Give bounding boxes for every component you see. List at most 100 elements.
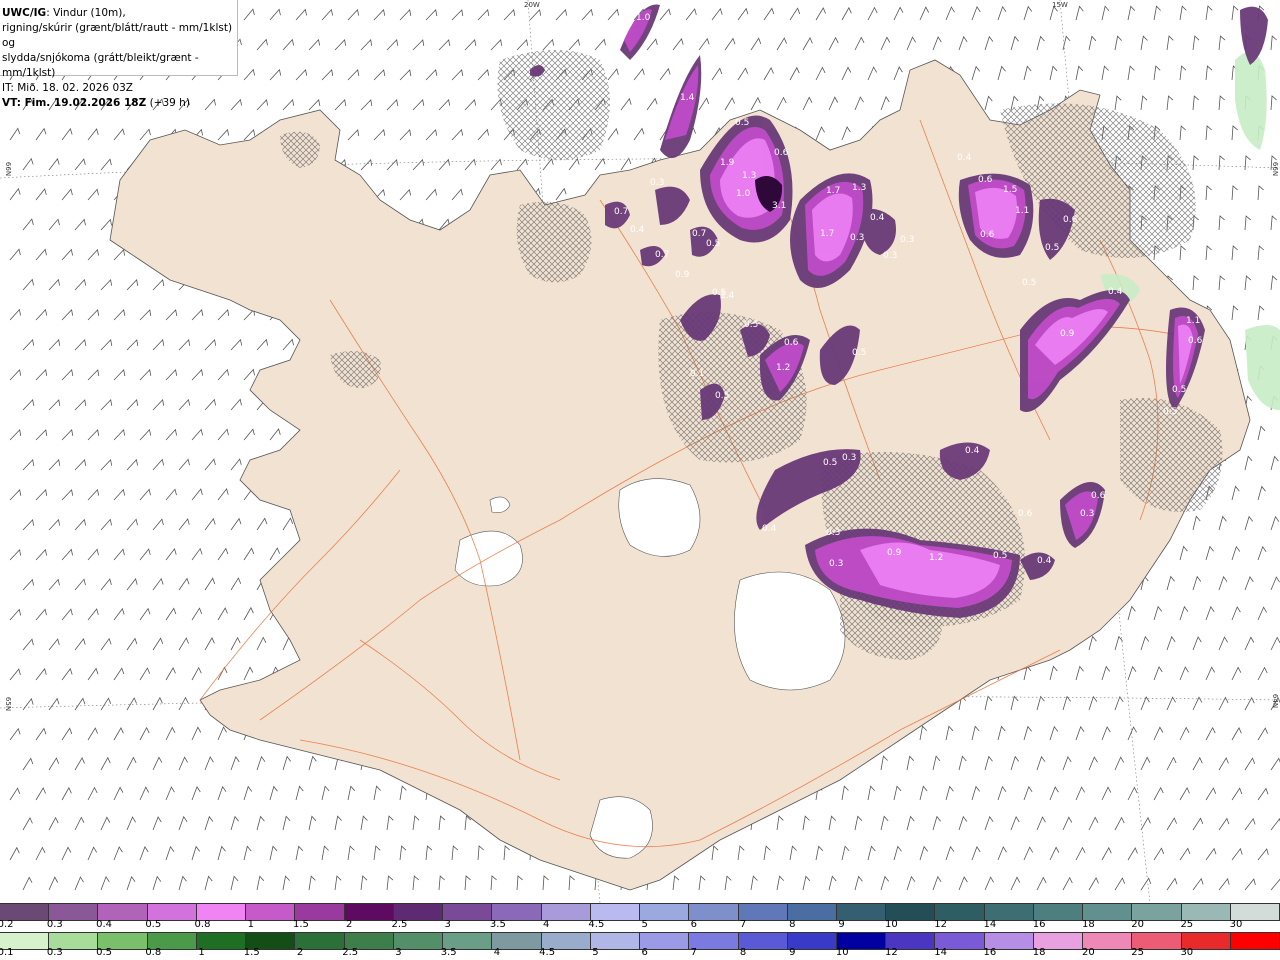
snow_scale-swatch xyxy=(147,904,197,920)
precip-value: 0.3 xyxy=(850,233,864,243)
precip-value: 1.0 xyxy=(736,189,751,199)
precip-value: 0.6 xyxy=(978,175,993,185)
rain_scale-label: 25 xyxy=(1131,947,1144,958)
snow_scale-swatch xyxy=(49,904,99,920)
snow_scale-label: 9 xyxy=(838,919,845,930)
axis-label-65n-left: 65N xyxy=(4,696,13,712)
snow_scale-swatch xyxy=(196,904,247,920)
snow_scale-label: 0.5 xyxy=(145,919,162,930)
precip-value: 0.5 xyxy=(677,43,691,53)
snow_scale-swatch xyxy=(98,904,148,920)
snow_scale-label: 12 xyxy=(934,919,948,930)
rain_scale-label: 2 xyxy=(296,947,304,958)
precip-value: 0.7 xyxy=(692,229,706,239)
precip-value: 0.4 xyxy=(957,153,972,163)
snow_scale-label: 0.4 xyxy=(96,919,112,930)
rain_scale-label: 4 xyxy=(493,947,501,958)
precip-value: 0.6 xyxy=(980,230,995,240)
precip-value: 0.5 xyxy=(993,551,1007,561)
snow_scale-swatch xyxy=(984,904,1034,920)
snow_scale-label: 6 xyxy=(690,919,698,930)
precip-value: 0.6 xyxy=(1018,509,1033,519)
precip-value: 1.0 xyxy=(636,13,651,23)
forecast-hour: (+39 h) xyxy=(146,97,190,109)
snow_scale-swatch xyxy=(246,904,296,920)
rain_scale-label: 2.5 xyxy=(342,947,359,958)
valid-time: VT: Fim. 19.02.2026 18Z xyxy=(2,97,147,109)
precip-value: 0.5 xyxy=(1045,243,1059,253)
snow_scale-label: 5 xyxy=(641,919,648,930)
rain_scale-label: 1.5 xyxy=(243,947,260,958)
rain_scale-label: 14 xyxy=(934,947,948,958)
precip-value: 0.3 xyxy=(678,6,692,16)
precip-value: 0.3 xyxy=(650,178,664,188)
header-line1: : Vindur (10m), xyxy=(46,7,126,19)
precip-value: 0.4 xyxy=(965,446,980,456)
rain_scale-label: 10 xyxy=(835,947,849,958)
snow_scale-swatch xyxy=(886,904,936,920)
precip-value: 0.4 xyxy=(1037,556,1052,566)
snow_scale-swatch xyxy=(1083,904,1133,920)
snow_scale-label: 3.5 xyxy=(489,919,506,930)
snow_scale-swatch xyxy=(836,904,887,920)
snow_scale-label: 16 xyxy=(1032,919,1046,930)
precip-value: 0.4 xyxy=(630,225,645,235)
snow_scale-swatch xyxy=(640,904,690,920)
rain_scale-label: 18 xyxy=(1032,947,1046,958)
snow_scale-swatch xyxy=(492,904,542,920)
precip-value: 0.3 xyxy=(1080,509,1094,519)
precip-value: 1.2 xyxy=(776,363,790,373)
precip-value: 0.9 xyxy=(887,548,902,558)
precip-value: 0.3 xyxy=(900,235,914,245)
rain_scale-label: 3 xyxy=(395,947,402,958)
precip-value: 0.7 xyxy=(655,250,669,260)
rain-scale-labels: 0.1 0.3 0.5 0.8 1 1.5 2 2.5 3 3.5 4 4.5 5 6 7 8 9 10 12 14 1… xyxy=(0,947,1280,960)
snow-scale-labels: 0.2 0.3 0.4 0.5 0.8 1 1.5 2 2.5 3 3.5 4 4.5 5 6 7 8 9 10 12… xyxy=(0,919,1280,932)
precip-value: 0.3 xyxy=(826,528,840,538)
rain_scale-label: 8 xyxy=(739,947,747,958)
precip-value: 0.6 xyxy=(1063,215,1078,225)
precip-value: 0.4 xyxy=(1108,287,1123,297)
snow_scale-swatch xyxy=(541,904,591,920)
precip-value: 1.4 xyxy=(680,93,695,103)
precip-value: 0.5 xyxy=(735,118,749,128)
precip-value: 1.5 xyxy=(1003,185,1017,195)
snow_scale-swatch xyxy=(344,904,394,920)
snow_scale-label: 0.8 xyxy=(194,919,211,930)
rain_scale-label: 7 xyxy=(690,947,698,958)
snow_scale-swatch xyxy=(935,904,985,920)
axis-label-64n-right: 64N xyxy=(1271,693,1280,709)
rain_scale-label: 0.5 xyxy=(96,947,112,958)
precip-value: 0.4 xyxy=(870,213,885,223)
snow_scale-label: 10 xyxy=(885,919,898,930)
snow_scale-swatch xyxy=(1181,904,1231,920)
rain_scale-label: 1 xyxy=(198,947,205,958)
snow_scale-label: 0.3 xyxy=(46,919,63,930)
precip-value: 0.4 xyxy=(762,524,777,534)
precip-value: 0.5 xyxy=(715,391,729,401)
snow_scale-label: 4 xyxy=(542,919,550,930)
snow_scale-swatch xyxy=(393,904,444,920)
precip-value: 0.9 xyxy=(675,270,690,280)
snow_scale-label: 1.5 xyxy=(293,919,309,930)
precip-value: 3.1 xyxy=(772,201,786,211)
precip-value: 1.7 xyxy=(826,186,840,196)
snow_scale-swatch xyxy=(590,904,641,920)
snow_scale-swatch xyxy=(0,904,50,920)
rain_scale-label: 4.5 xyxy=(539,947,556,958)
precip-value: 0.6 xyxy=(784,338,799,348)
rain_scale-label: 6 xyxy=(641,947,648,958)
init-time: IT: Mið. 18. 02. 2026 03Z xyxy=(2,82,133,94)
precip-value: 0.6 xyxy=(1188,336,1203,346)
precip-value: 0.5 xyxy=(1022,278,1036,288)
axis-label-66n-left: 66N xyxy=(4,161,13,177)
precip-value: 1.3 xyxy=(852,183,866,193)
rain_scale-label: 0.8 xyxy=(145,947,162,958)
snow_scale-swatch xyxy=(1033,904,1084,920)
snow_scale-swatch xyxy=(1230,904,1280,920)
weather-map: 1.00.30.51.40.51.90.61.31.03.11.7 1.30.30… xyxy=(0,0,1280,903)
precip-value: 1.7 xyxy=(820,229,834,239)
rain_scale-label: 16 xyxy=(983,947,997,958)
rain_scale-label: 30 xyxy=(1180,947,1194,958)
axis-label-20w: 20W xyxy=(524,1,540,9)
